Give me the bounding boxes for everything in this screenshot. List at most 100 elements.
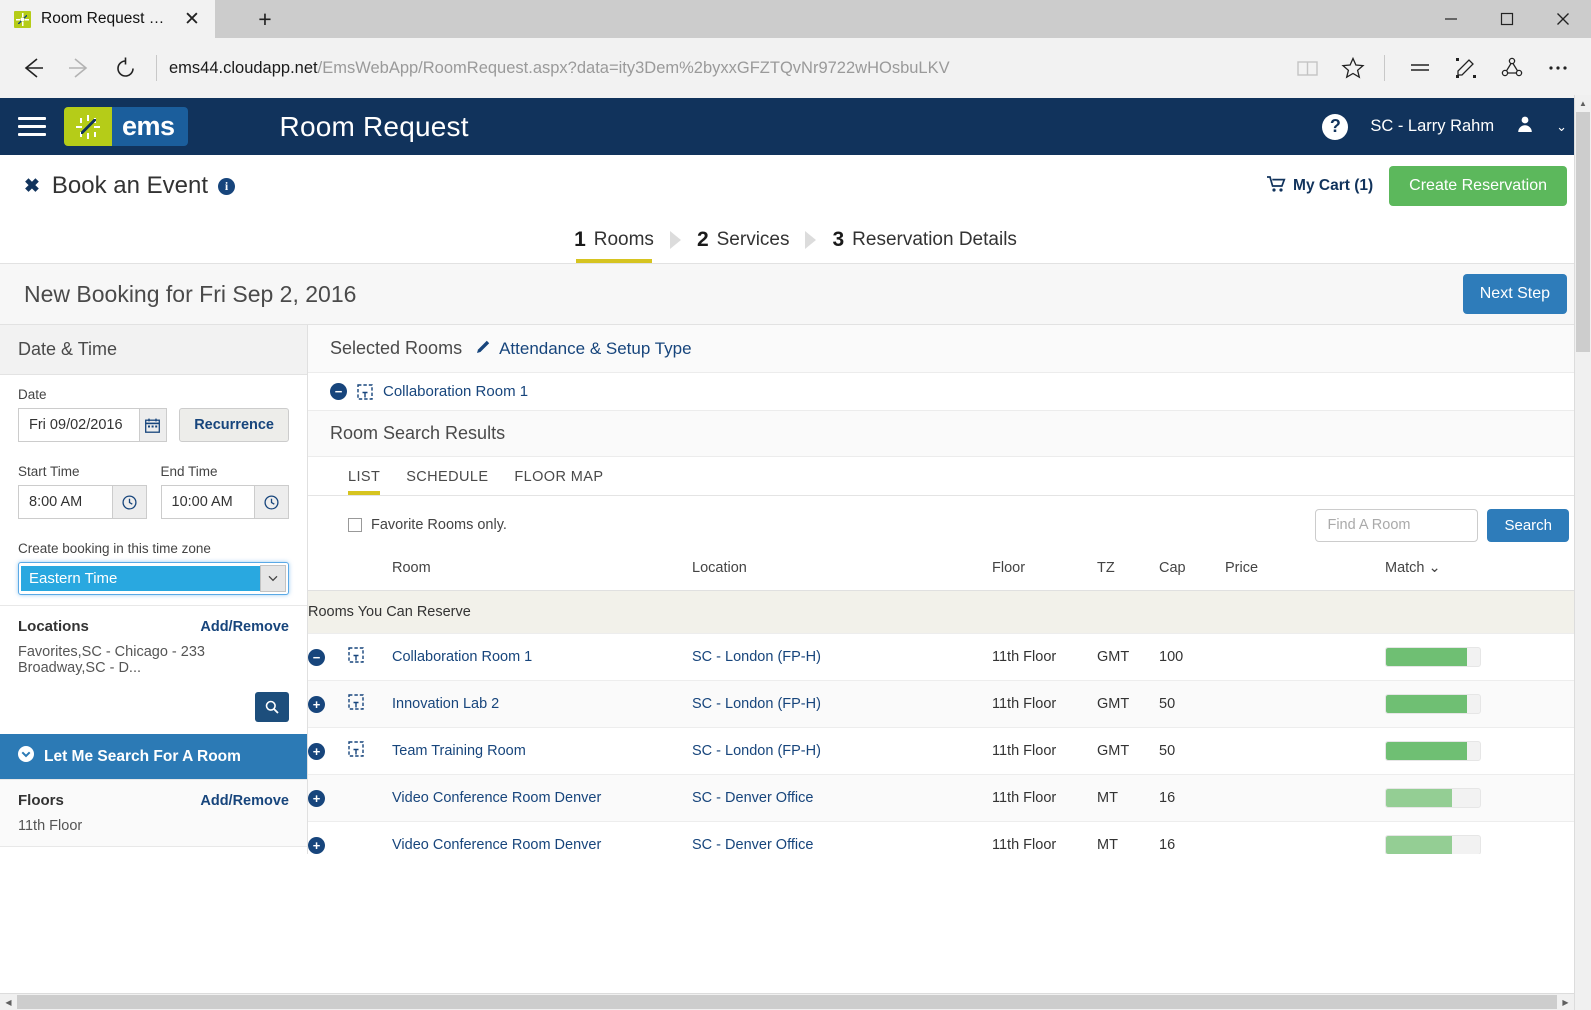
room-name-link[interactable]: Collaboration Room 1 (392, 649, 532, 665)
maximize-window-button[interactable] (1479, 0, 1535, 38)
add-room-icon[interactable]: + (308, 837, 325, 854)
add-room-icon[interactable]: + (308, 790, 325, 807)
floor-plan-icon[interactable] (348, 698, 364, 714)
favorite-rooms-checkbox-group[interactable]: Favorite Rooms only. (348, 517, 507, 533)
step-rooms[interactable]: 1 Rooms (562, 217, 666, 263)
location-link[interactable]: SC - London (FP-H) (692, 649, 821, 665)
cell-location[interactable]: SC - Denver Office (692, 775, 992, 822)
table-row[interactable]: + Video Conference Room Denver SC - Denv… (308, 775, 1591, 822)
create-reservation-button[interactable]: Create Reservation (1389, 166, 1567, 206)
user-menu-chevron-down-icon[interactable]: ⌄ (1556, 119, 1567, 135)
clock-icon[interactable] (255, 485, 289, 519)
user-name-label[interactable]: SC - Larry Rahm (1370, 117, 1494, 136)
search-icon-button[interactable] (255, 692, 289, 722)
hub-icon[interactable] (1397, 45, 1443, 91)
close-window-button[interactable] (1535, 0, 1591, 38)
cell-room[interactable]: Collaboration Room 1 (392, 634, 692, 681)
page-vertical-scrollbar[interactable]: ▲ (1574, 95, 1591, 1010)
web-note-icon[interactable] (1443, 45, 1489, 91)
tab-floor-map[interactable]: FLOOR MAP (514, 469, 603, 495)
col-cap-header[interactable]: Cap (1159, 554, 1225, 591)
vertical-scroll-thumb[interactable] (1576, 112, 1590, 352)
back-icon[interactable] (10, 45, 56, 91)
room-name-link[interactable]: Video Conference Room Denver (392, 837, 601, 853)
new-tab-icon[interactable]: + (250, 4, 280, 34)
locations-add-remove-link[interactable]: Add/Remove (200, 619, 289, 635)
favorites-star-icon[interactable] (1330, 45, 1376, 91)
scroll-up-icon[interactable]: ▲ (1575, 95, 1591, 112)
close-booking-icon[interactable]: ✖ (24, 175, 40, 198)
forward-icon[interactable] (56, 45, 102, 91)
cell-expand[interactable]: − (308, 634, 348, 681)
add-room-icon[interactable]: + (308, 696, 325, 713)
recurrence-button[interactable]: Recurrence (179, 408, 289, 442)
floors-add-remove-link[interactable]: Add/Remove (200, 793, 289, 809)
add-room-icon[interactable]: + (308, 743, 325, 760)
minimize-window-button[interactable] (1423, 0, 1479, 38)
table-row[interactable]: + Video Conference Room Denver SC - Denv… (308, 822, 1591, 855)
col-price-header[interactable]: Price (1225, 554, 1385, 591)
sort-chevron-down-icon[interactable]: ⌄ (1429, 560, 1441, 576)
remove-room-icon[interactable]: − (308, 649, 325, 666)
cell-room[interactable]: Team Training Room (392, 728, 692, 775)
horizontal-scroll-thumb[interactable] (17, 995, 1557, 1009)
favorite-rooms-checkbox[interactable] (348, 518, 362, 532)
floor-plan-icon[interactable] (348, 745, 364, 761)
table-row[interactable]: + Team Training Room SC - London (FP-H) … (308, 728, 1591, 775)
cell-expand[interactable]: + (308, 822, 348, 855)
find-room-input[interactable] (1315, 509, 1478, 542)
floor-plan-icon[interactable] (348, 651, 364, 667)
step-services[interactable]: 2 Services (685, 217, 802, 263)
info-icon[interactable]: i (218, 178, 235, 195)
timezone-select[interactable]: Eastern Time (18, 562, 289, 595)
cell-floorplan[interactable] (348, 634, 392, 681)
remove-room-icon[interactable]: − (330, 383, 347, 400)
end-time-input[interactable]: 10:00 AM (161, 485, 256, 519)
date-input[interactable]: Fri 09/02/2016 (18, 408, 140, 442)
cell-location[interactable]: SC - London (FP-H) (692, 728, 992, 775)
start-time-input[interactable]: 8:00 AM (18, 485, 113, 519)
more-options-icon[interactable] (1535, 45, 1581, 91)
col-location-header[interactable]: Location (692, 554, 992, 591)
col-tz-header[interactable]: TZ (1097, 554, 1159, 591)
page-horizontal-scrollbar[interactable]: ◀ ▶ (0, 993, 1574, 1010)
browser-tab[interactable]: Room Request / EMS ✕ (0, 0, 215, 38)
room-name-link[interactable]: Team Training Room (392, 743, 526, 759)
refresh-icon[interactable] (102, 45, 148, 91)
attendance-setup-type-link[interactable]: Attendance & Setup Type (476, 339, 692, 359)
col-floor-header[interactable]: Floor (992, 554, 1097, 591)
cell-floorplan[interactable] (348, 728, 392, 775)
cell-room[interactable]: Innovation Lab 2 (392, 681, 692, 728)
cell-room[interactable]: Video Conference Room Denver (392, 775, 692, 822)
next-step-button[interactable]: Next Step (1463, 274, 1567, 314)
menu-hamburger-icon[interactable] (18, 117, 46, 136)
reading-view-icon[interactable] (1284, 45, 1330, 91)
cell-room[interactable]: Video Conference Room Denver (392, 822, 692, 855)
col-room-header[interactable]: Room (392, 554, 692, 591)
url-bar[interactable]: ems44.cloudapp.net/EmsWebApp/RoomRequest… (169, 59, 1284, 78)
tab-list[interactable]: LIST (348, 469, 380, 495)
selected-room-name[interactable]: Collaboration Room 1 (383, 383, 528, 400)
cell-location[interactable]: SC - London (FP-H) (692, 634, 992, 681)
cell-expand[interactable]: + (308, 728, 348, 775)
search-button[interactable]: Search (1487, 509, 1569, 542)
table-row[interactable]: + Innovation Lab 2 SC - London (FP-H) 11… (308, 681, 1591, 728)
close-tab-icon[interactable]: ✕ (177, 4, 207, 34)
room-name-link[interactable]: Video Conference Room Denver (392, 790, 601, 806)
cell-expand[interactable]: + (308, 775, 348, 822)
location-link[interactable]: SC - Denver Office (692, 790, 813, 806)
cell-location[interactable]: SC - London (FP-H) (692, 681, 992, 728)
tab-schedule[interactable]: SCHEDULE (406, 469, 488, 495)
my-cart-link[interactable]: My Cart (1) (1267, 176, 1373, 197)
help-icon[interactable]: ? (1322, 114, 1348, 140)
floor-plan-icon[interactable] (357, 384, 373, 400)
location-link[interactable]: SC - Denver Office (692, 837, 813, 853)
scroll-right-icon[interactable]: ▶ (1557, 994, 1574, 1010)
col-match-header[interactable]: Match ⌄ (1385, 554, 1591, 591)
ems-logo[interactable]: ems (64, 107, 188, 146)
room-name-link[interactable]: Innovation Lab 2 (392, 696, 499, 712)
chevron-down-icon[interactable] (260, 565, 286, 592)
step-reservation-details[interactable]: 3 Reservation Details (820, 217, 1028, 263)
share-icon[interactable] (1489, 45, 1535, 91)
calendar-icon[interactable] (140, 408, 168, 442)
